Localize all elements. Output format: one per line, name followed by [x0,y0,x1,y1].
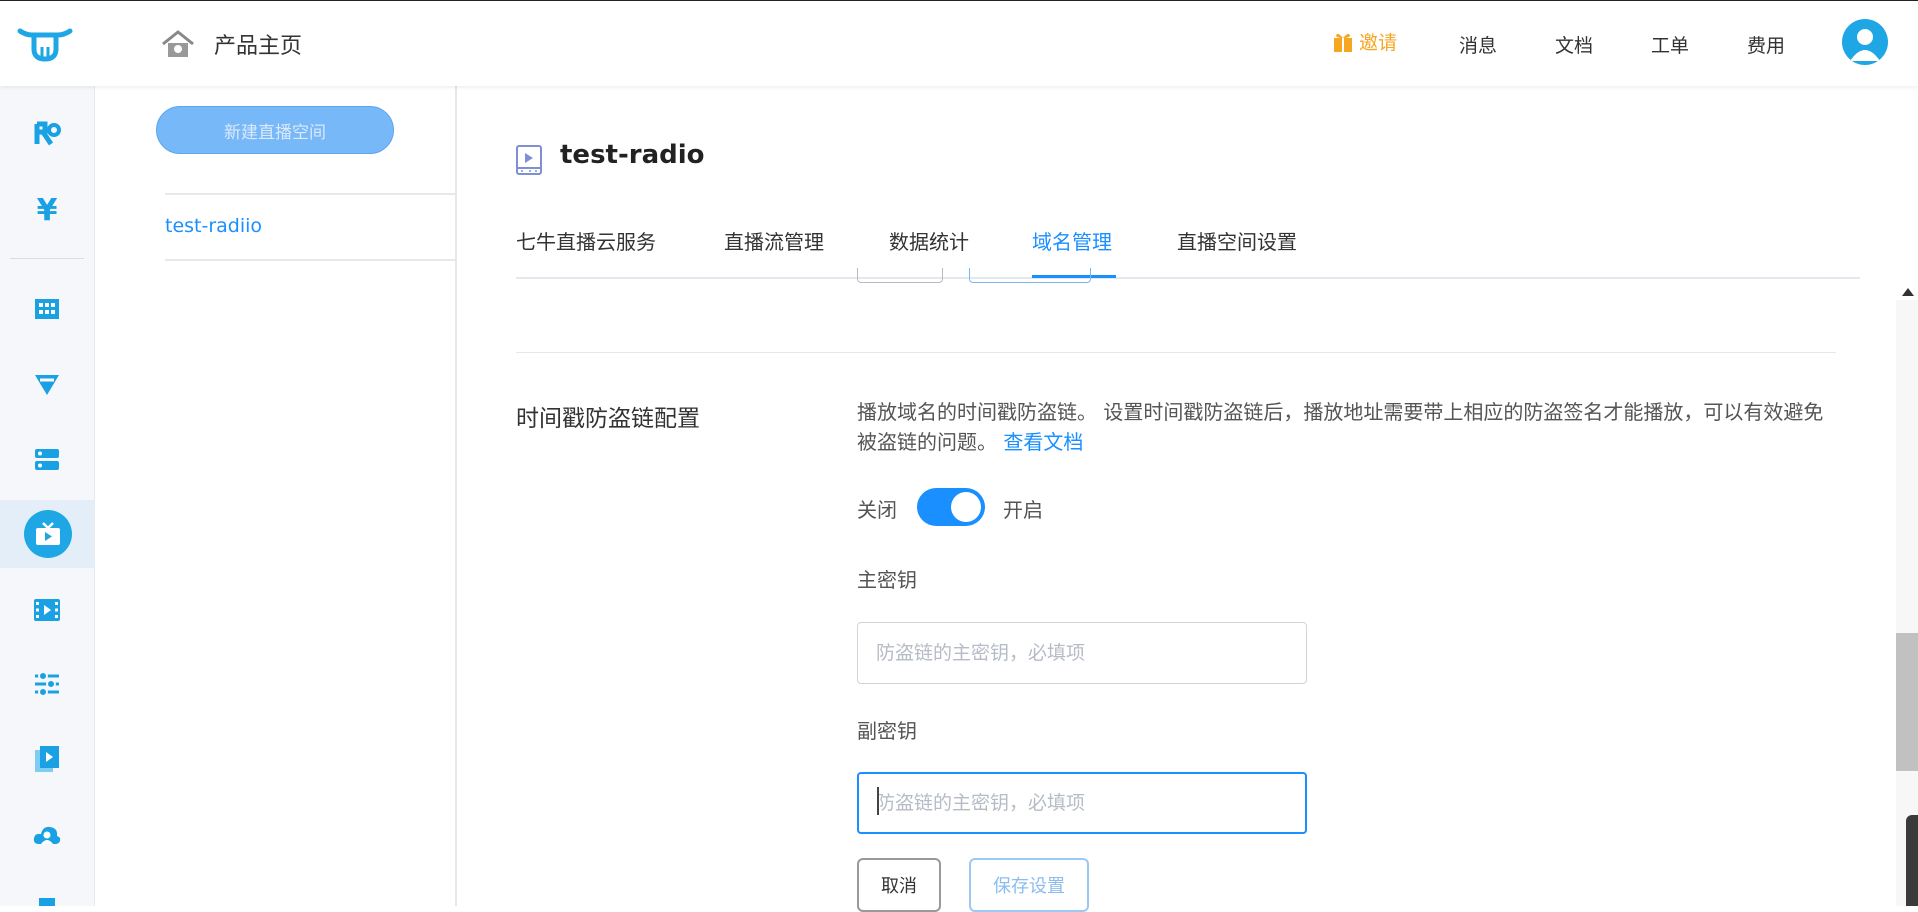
more-product-icon[interactable] [30,890,64,906]
tab-domain-management[interactable]: 域名管理 [1032,226,1112,255]
qiniu-logo-icon[interactable] [16,23,74,63]
floating-widget[interactable] [1906,815,1918,906]
docs-link[interactable]: 文档 [1555,31,1593,58]
space-list-item[interactable]: test-radiio [165,215,262,237]
text-cursor [877,787,879,815]
top-navigation-bar: 产品主页 邀请 消息 文档 工单 费用 [0,0,1918,86]
section-title: 时间戳防盗链配置 [516,406,700,432]
cancel-button[interactable]: 取消 [857,858,941,912]
toggle-knob [951,492,981,522]
stack-icon[interactable] [30,443,64,477]
invite-label: 邀请 [1359,32,1398,54]
tab-stream-management[interactable]: 直播流管理 [724,226,824,255]
previous-save-button[interactable] [969,268,1091,283]
toggle-off-label: 关闭 [857,498,897,522]
tab-bar: 七牛直播云服务 直播流管理 数据统计 域名管理 直播空间设置 [516,226,1860,278]
video-page-icon [516,145,542,175]
primary-key-input[interactable] [857,622,1307,684]
page-title: test-radio [560,140,705,170]
sliders-icon[interactable] [30,667,64,701]
section-description: 播放域名的时间戳防盗链。 设置时间戳防盗链后，播放地址需要带上相应的防盗签名才能… [857,397,1837,457]
anti-leech-toggle[interactable] [917,488,985,526]
user-avatar[interactable] [1842,19,1888,65]
section-divider [516,352,1836,353]
tab-bar-border [516,277,1860,279]
previous-cancel-button[interactable] [857,268,943,283]
new-live-space-button[interactable]: 新建直播空间 [156,106,394,154]
yen-icon[interactable]: ¥ [30,193,64,228]
cloud-user-icon[interactable] [30,818,64,852]
secondary-key-input[interactable] [857,772,1307,834]
invite-link[interactable]: 邀请 [1333,28,1397,55]
description-text: 播放域名的时间戳防盗链。 设置时间戳防盗链后，播放地址需要带上相应的防盗签名才能… [857,400,1824,454]
divider [165,193,455,195]
tab-qiniu-live-service[interactable]: 七牛直播云服务 [516,226,656,255]
divider [165,259,455,261]
brand-r-icon[interactable] [30,117,64,151]
save-settings-button[interactable]: 保存设置 [969,858,1089,912]
funnel-icon[interactable] [30,367,64,401]
primary-key-label: 主密钥 [857,568,917,592]
billing-link[interactable]: 费用 [1747,31,1785,58]
tab-statistics[interactable]: 数据统计 [889,226,969,255]
toggle-on-label: 开启 [1003,498,1043,522]
home-link[interactable]: 产品主页 [214,28,302,60]
tickets-link[interactable]: 工单 [1651,31,1689,58]
live-tv-icon[interactable] [24,510,72,558]
messages-link[interactable]: 消息 [1459,31,1497,58]
user-icon [1850,29,1880,61]
tab-space-settings[interactable]: 直播空间设置 [1177,226,1297,255]
view-docs-link[interactable]: 查看文档 [1003,430,1083,454]
home-icon[interactable] [161,29,195,59]
grid-icon[interactable] [30,292,64,326]
film-icon[interactable] [30,593,64,627]
secondary-key-label: 副密钥 [857,719,917,743]
scroll-up-arrow-icon[interactable] [1902,288,1914,296]
scrollbar-thumb[interactable] [1896,633,1918,771]
video-file-icon[interactable] [30,742,64,776]
sidebar-divider [10,258,84,259]
gift-icon [1334,33,1352,52]
live-space-panel [95,85,457,906]
